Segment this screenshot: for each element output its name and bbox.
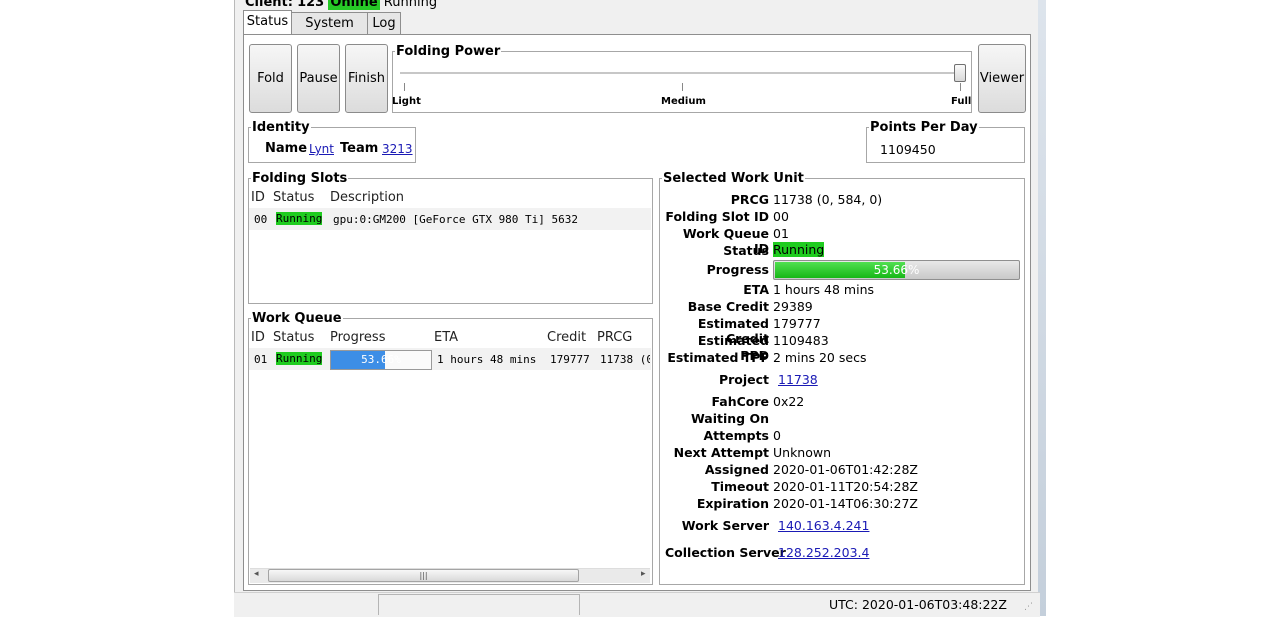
slot-id: 00 <box>254 213 268 226</box>
folding-slots-title: Folding Slots <box>252 171 348 186</box>
wu-attempts-label: Attempts <box>703 428 770 443</box>
wu-attempts-value: 0 <box>773 428 781 443</box>
wu-progress-bar: 53.66% <box>773 260 1020 280</box>
wu-project-label: Project <box>718 372 769 387</box>
queue-eta: 1 hours 48 mins <box>437 353 537 366</box>
queue-credit: 179777 <box>550 353 590 366</box>
tab-log[interactable]: Log <box>367 12 401 35</box>
wu-expiration-label: Expiration <box>696 496 769 511</box>
status-utc-time: UTC: 2020-01-06T03:48:22Z <box>829 597 1007 612</box>
slots-col-status: Status <box>273 190 315 205</box>
client-state: Running <box>383 0 438 10</box>
folding-power-slider-handle[interactable] <box>954 64 966 82</box>
slider-label-full: Full <box>951 96 972 107</box>
tab-system-info[interactable]: System Info <box>291 12 368 53</box>
wu-next-attempt-label: Next Attempt <box>673 445 769 460</box>
wu-core-value: 0x22 <box>773 394 805 409</box>
finish-button[interactable]: Finish <box>345 44 388 113</box>
wu-base-credit-value: 29389 <box>773 299 813 314</box>
scroll-left-icon[interactable]: ◂ <box>254 569 259 579</box>
wu-eta-value: 1 hours 48 mins <box>773 282 875 297</box>
wu-est-tpf-value: 2 mins 20 secs <box>773 350 867 365</box>
slot-status-badge: Running <box>276 212 323 225</box>
wu-base-credit-label: Base Credit <box>687 299 769 314</box>
resize-grip-icon[interactable]: ⋰ <box>1024 602 1033 612</box>
status-bar-section <box>378 594 580 615</box>
slider-tick-light <box>404 83 405 91</box>
wu-status-label: Status <box>723 243 769 258</box>
queue-col-status: Status <box>273 330 315 345</box>
slider-label-medium: Medium <box>661 96 706 107</box>
wu-prcg-value: 11738 (0, 584, 0) <box>773 192 883 207</box>
queue-col-progress: Progress <box>330 330 386 345</box>
wu-slot-label: Folding Slot ID <box>665 209 769 224</box>
viewer-button[interactable]: Viewer <box>978 44 1026 113</box>
wu-est-tpf-label: Estimated TPF <box>667 350 769 365</box>
wu-prcg-label: PRCG <box>730 192 769 207</box>
wu-expiration-value: 2020-01-14T06:30:27Z <box>773 496 918 511</box>
slider-tick-full <box>960 83 961 91</box>
identity-team-label: Team <box>340 141 379 156</box>
selected-work-unit-title: Selected Work Unit <box>663 171 804 186</box>
wu-next-attempt-value: Unknown <box>773 445 832 460</box>
slider-tick-medium <box>682 83 683 91</box>
wu-project-link[interactable]: 11738 <box>778 372 818 387</box>
wu-core-label: FahCore <box>711 394 769 409</box>
queue-col-prcg: PRCG <box>597 330 633 345</box>
client-name: 123 <box>297 0 325 10</box>
tab-status[interactable]: Status <box>243 10 292 36</box>
identity-name-label: Name <box>265 141 308 156</box>
wu-progress-text: 53.66% <box>873 263 920 277</box>
wu-est-ppd-value: 1109483 <box>773 333 829 348</box>
wu-timeout-value: 2020-01-11T20:54:28Z <box>773 479 918 494</box>
wu-status-badge: Running <box>773 242 825 257</box>
folding-power-slider-track[interactable] <box>400 72 964 75</box>
wu-assigned-value: 2020-01-06T01:42:28Z <box>773 462 918 477</box>
client-prefix: Client: <box>245 0 293 10</box>
pause-button[interactable]: Pause <box>297 44 340 113</box>
folding-power-title: Folding Power <box>396 44 501 59</box>
queue-status-badge: Running <box>276 352 323 365</box>
wu-timeout-label: Timeout <box>711 479 769 494</box>
queue-progress-text: 53.66% <box>361 353 401 366</box>
queue-id: 01 <box>254 353 268 366</box>
wu-waiting-label: Waiting On <box>690 411 769 426</box>
wu-queue-value: 01 <box>773 226 789 241</box>
wu-slot-value: 00 <box>773 209 789 224</box>
slots-col-description: Description <box>330 190 405 205</box>
wu-assigned-label: Assigned <box>704 462 769 477</box>
wu-est-credit-value: 179777 <box>773 316 821 331</box>
queue-progress-bar: 53.66% <box>330 350 432 370</box>
wu-eta-label: ETA <box>743 282 769 297</box>
slot-description: gpu:0:GM200 [GeForce GTX 980 Ti] 5632 <box>333 213 579 226</box>
fold-button[interactable]: Fold <box>249 44 292 113</box>
wu-progress-label: Progress <box>706 262 769 277</box>
queue-col-id: ID <box>251 330 265 345</box>
wu-collection-server-link[interactable]: 128.252.203.4 <box>778 545 869 560</box>
client-online-badge: Online <box>328 0 380 10</box>
queue-prcg: 11738 (0 <box>600 353 650 366</box>
work-queue-title: Work Queue <box>252 311 342 326</box>
wu-work-server-link[interactable]: 140.163.4.241 <box>778 518 869 533</box>
slider-label-light: Light <box>392 96 421 107</box>
queue-col-credit: Credit <box>547 330 587 345</box>
queue-scroll-thumb[interactable]: ||| <box>268 569 579 582</box>
scroll-right-icon[interactable]: ▸ <box>641 569 646 579</box>
identity-title: Identity <box>252 120 310 135</box>
client-status-line: Client: 123 Online Running <box>245 0 437 10</box>
slots-col-id: ID <box>251 190 265 205</box>
ppd-value: 1109450 <box>880 142 936 157</box>
window-frame-edge <box>1038 0 1046 616</box>
identity-team-link[interactable]: 3213 <box>382 142 413 156</box>
ppd-title: Points Per Day <box>870 120 978 135</box>
queue-col-eta: ETA <box>434 330 459 345</box>
wu-collection-server-label: Collection Server <box>665 545 786 560</box>
identity-name-link[interactable]: Lynt <box>309 142 334 156</box>
wu-work-server-label: Work Server <box>681 518 769 533</box>
